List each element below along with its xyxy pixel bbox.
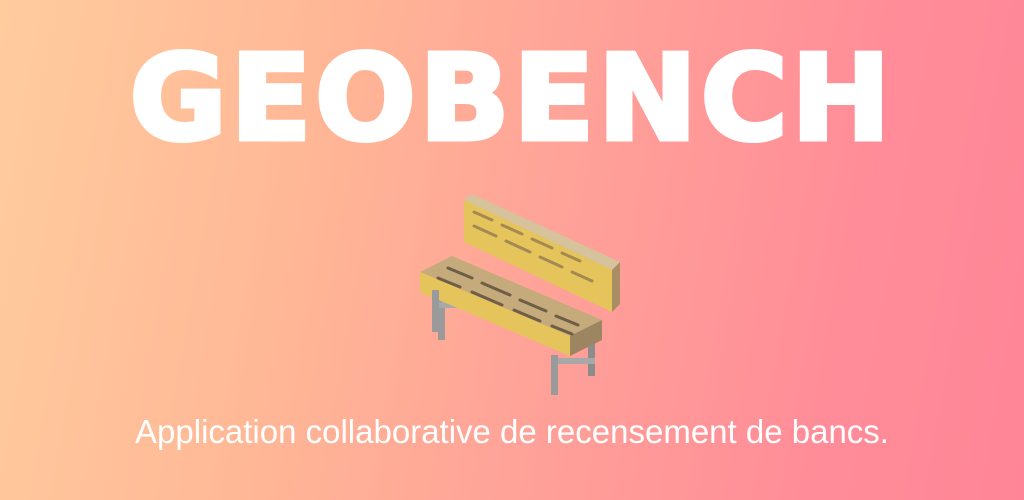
banner: GEOBENCH Application collaborative de re… <box>0 0 1024 500</box>
app-tagline: Application collaborative de recensement… <box>135 413 889 450</box>
park-bench-icon <box>420 194 620 395</box>
app-title: GEOBENCH <box>127 27 895 170</box>
